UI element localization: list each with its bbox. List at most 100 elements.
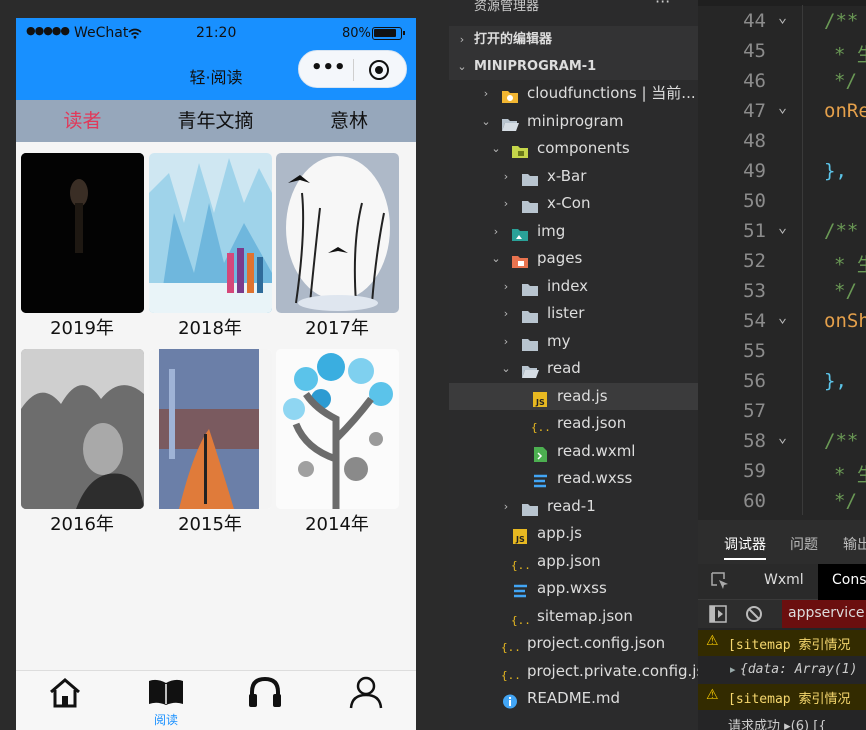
line-number: 60 bbox=[743, 490, 766, 512]
tree-item[interactable]: README.md bbox=[449, 685, 698, 712]
wxml-file-icon bbox=[531, 444, 549, 462]
navigation-bar: 轻·阅读 ••• bbox=[16, 50, 416, 100]
open-book-icon bbox=[149, 679, 183, 705]
folder-icon bbox=[521, 279, 539, 296]
book-cover-2015[interactable] bbox=[149, 349, 272, 509]
tree-item-label: README.md bbox=[527, 689, 621, 707]
line-number: 47 bbox=[743, 100, 766, 122]
svg-text:{..}: {..} bbox=[501, 669, 519, 682]
tree-item[interactable]: › my bbox=[449, 328, 698, 355]
book-year-label: 2018年 bbox=[178, 318, 242, 339]
tree-item[interactable]: › read-1 bbox=[449, 493, 698, 520]
line-number: 51 bbox=[743, 220, 766, 242]
tree-item[interactable]: JS read.js bbox=[449, 382, 698, 410]
tree-item[interactable]: › lister bbox=[449, 300, 698, 327]
open-editors-section[interactable]: › 打开的编辑器 bbox=[449, 26, 698, 53]
chevron-right-icon[interactable]: › bbox=[500, 328, 512, 355]
chevron-down-icon[interactable]: ⌄ bbox=[500, 355, 512, 382]
chevron-down-icon[interactable]: ⌄ bbox=[480, 108, 492, 135]
book-cover-2018[interactable] bbox=[149, 153, 272, 313]
book-year-label: 2015年 bbox=[178, 514, 242, 535]
tree-item[interactable]: {..} project.private.config.js... bbox=[449, 658, 698, 685]
chevron-right-icon[interactable]: › bbox=[500, 190, 512, 217]
svg-text:{..}: {..} bbox=[511, 559, 529, 572]
tab-output[interactable]: 输出 bbox=[843, 534, 866, 554]
tree-item-label: index bbox=[547, 276, 589, 295]
code-line: }, bbox=[824, 160, 847, 182]
tab-qingnian-wenzhai[interactable]: 青年文摘 bbox=[149, 100, 282, 142]
tree-item-label: app.js bbox=[537, 524, 582, 542]
tree-item[interactable]: app.wxss bbox=[449, 575, 698, 602]
tree-item-label: read-1 bbox=[547, 496, 596, 515]
book-cover-2016[interactable] bbox=[21, 349, 144, 509]
tab-yilin[interactable]: 意林 bbox=[282, 100, 416, 142]
expand-arrow-icon[interactable]: ▸ bbox=[730, 663, 736, 676]
tree-item[interactable]: ⌄ miniprogram bbox=[449, 108, 698, 135]
code-line: * 生 bbox=[834, 464, 866, 486]
chevron-right-icon[interactable]: › bbox=[500, 300, 512, 327]
chevron-right-icon[interactable]: › bbox=[480, 80, 492, 107]
tab-profile[interactable] bbox=[316, 671, 416, 730]
chevron-right-icon[interactable]: › bbox=[490, 218, 502, 245]
status-time: 21:20 bbox=[196, 25, 237, 41]
chevron-down-icon[interactable]: ⌄ bbox=[490, 135, 502, 162]
context-select[interactable]: appservice bbox=[788, 605, 865, 621]
inspect-icon[interactable] bbox=[710, 571, 730, 591]
tree-item[interactable]: › index bbox=[449, 273, 698, 300]
show-sidebar-icon[interactable] bbox=[709, 605, 727, 623]
info-file-icon bbox=[501, 691, 519, 709]
line-number: 44 bbox=[743, 10, 766, 32]
tree-item[interactable]: JS app.js bbox=[449, 520, 698, 547]
tree-item[interactable]: {..} project.config.json bbox=[449, 630, 698, 657]
more-button[interactable]: ••• bbox=[311, 57, 346, 78]
tree-item[interactable]: › x-Bar bbox=[449, 163, 698, 190]
tree-item[interactable]: › cloudfunctions | 当前... bbox=[449, 80, 698, 107]
book-cover-2014[interactable] bbox=[276, 349, 399, 509]
tab-problems[interactable]: 问题 bbox=[790, 534, 818, 554]
chevron-down-icon[interactable]: ⌄ bbox=[490, 245, 502, 272]
tree-item[interactable]: read.wxss bbox=[449, 465, 698, 492]
book-cover-2017[interactable] bbox=[276, 153, 399, 313]
file-explorer: 资源管理器 ··· › 打开的编辑器 ⌄ MINIPROGRAM-1 › clou… bbox=[449, 0, 698, 730]
fold-chevron-icon[interactable]: ⌄ bbox=[778, 428, 787, 446]
tree-item[interactable]: ⌄ pages bbox=[449, 245, 698, 272]
headphones-icon bbox=[249, 676, 281, 707]
clear-console-icon[interactable] bbox=[745, 605, 763, 623]
tab-duzhe[interactable]: 读者 bbox=[16, 100, 149, 142]
pages-folder-icon bbox=[511, 251, 529, 268]
book-year-label: 2016年 bbox=[50, 514, 114, 535]
code-line: }, bbox=[824, 370, 847, 392]
project-section[interactable]: ⌄ MINIPROGRAM-1 bbox=[449, 53, 698, 80]
tree-item[interactable]: › img bbox=[449, 218, 698, 245]
tab-console[interactable]: Cons bbox=[832, 572, 866, 588]
book-year-label: 2017年 bbox=[305, 318, 369, 339]
tab-debugger[interactable]: 调试器 bbox=[724, 534, 766, 554]
tree-item[interactable]: {..} read.json bbox=[449, 410, 698, 437]
fold-chevron-icon[interactable]: ⌄ bbox=[778, 98, 787, 116]
explorer-more-button[interactable]: ··· bbox=[655, 0, 670, 11]
tab-read[interactable]: 阅读 bbox=[116, 671, 216, 730]
fold-chevron-icon[interactable]: ⌄ bbox=[778, 8, 787, 26]
tab-listen[interactable] bbox=[216, 671, 316, 730]
svg-text:{..}: {..} bbox=[501, 641, 519, 654]
tree-item[interactable]: read.wxml bbox=[449, 438, 698, 465]
json-file-icon: {..} bbox=[501, 664, 528, 682]
fold-chevron-icon[interactable]: ⌄ bbox=[778, 308, 787, 326]
line-number: 58 bbox=[743, 430, 766, 452]
chevron-right-icon[interactable]: › bbox=[500, 493, 512, 520]
tab-home[interactable] bbox=[16, 671, 116, 730]
tab-wxml[interactable]: Wxml bbox=[764, 572, 804, 588]
chevron-right-icon[interactable]: › bbox=[500, 273, 512, 300]
tree-item[interactable]: ⌄ components bbox=[449, 135, 698, 162]
fold-chevron-icon[interactable]: ⌄ bbox=[778, 218, 787, 236]
tree-item-label: read bbox=[547, 359, 581, 377]
chevron-right-icon[interactable]: › bbox=[500, 163, 512, 190]
close-mini-program-button[interactable] bbox=[369, 60, 389, 80]
tree-item[interactable]: › x-Con bbox=[449, 190, 698, 217]
tree-item[interactable]: {..} app.json bbox=[449, 548, 698, 575]
code-editor[interactable]: 44 ⌄ /** 45 * 生 46 */ 47 ⌄ onRe 48 49}, 50 51 ⌄ /** 52 * … bbox=[698, 0, 866, 520]
tree-item-label: components bbox=[537, 139, 630, 157]
book-cover-2019[interactable] bbox=[21, 153, 144, 313]
tree-item[interactable]: {..} sitemap.json bbox=[449, 603, 698, 630]
tree-item[interactable]: ⌄ read bbox=[449, 355, 698, 382]
